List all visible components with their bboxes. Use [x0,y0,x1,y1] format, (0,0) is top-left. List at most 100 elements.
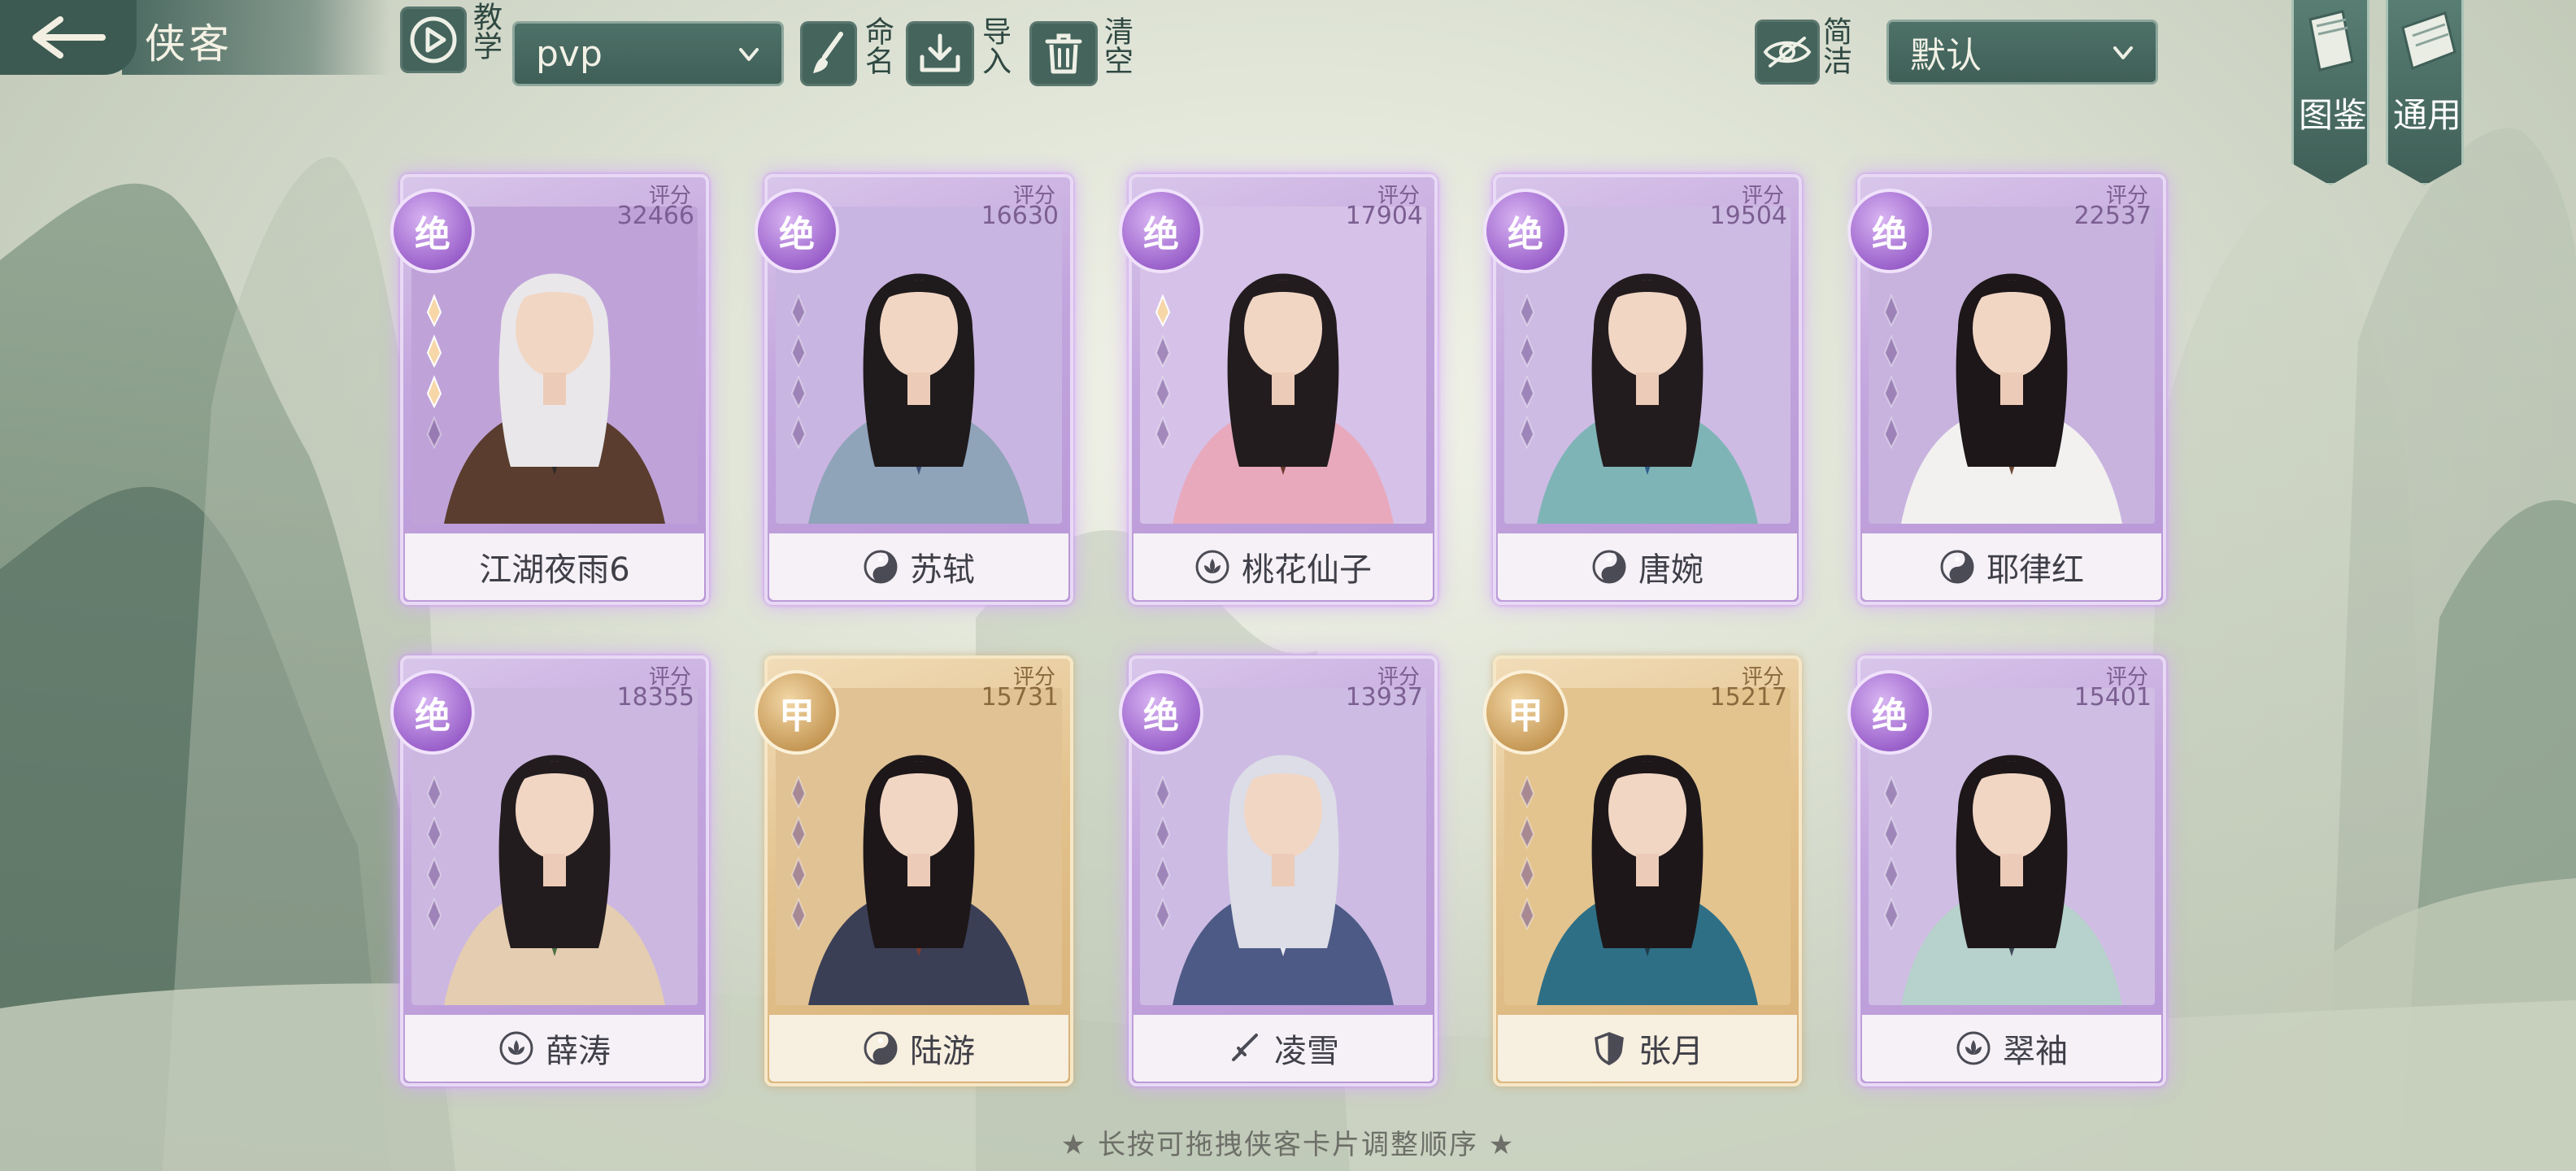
hero-name: 唐婉 [1638,551,1704,589]
score-value: 19504 [1709,202,1787,230]
tutorial-label: 教学 [468,2,502,60]
score-value: 13937 [1345,683,1423,712]
hero-card[interactable]: 绝评分 22537 耶律红 [1847,174,2166,605]
import-button[interactable] [906,21,974,86]
hero-card[interactable]: 绝评分 17904 桃花仙子 [1119,174,1438,605]
star-mark [1519,775,1535,809]
star-mark [1519,897,1535,931]
star-mark [1155,294,1171,328]
star-mark [1883,334,1899,368]
star-mark [426,334,442,368]
score-value: 15731 [981,683,1059,712]
star-mark [1519,375,1535,409]
star-mark [790,375,807,409]
star-mark [790,775,807,809]
hero-card[interactable]: 绝评分 18355 薛涛 [390,655,709,1086]
rarity-badge: 绝 [755,189,839,273]
rarity-badge: 绝 [390,189,475,273]
hero-name: 耶律红 [1986,551,2084,589]
trash-icon [1045,33,1082,74]
star-rating [790,294,807,450]
scroll-icon [2401,11,2456,71]
star-mark [1883,775,1899,809]
star-mark [790,294,807,328]
rename-label: 命名 [860,16,894,75]
star-mark [1519,334,1535,368]
star-mark [426,375,442,409]
rarity-badge-text: 绝 [779,214,815,255]
star-mark [1155,375,1171,409]
score-value: 18355 [616,683,694,712]
hero-name: 凌雪 [1274,1033,1339,1070]
hero-name: 翠袖 [2003,1033,2068,1070]
tutorial-button[interactable] [400,7,467,73]
rarity-badge-text: 绝 [1143,695,1179,737]
yin-yang-icon [863,549,899,585]
brush-icon [813,32,843,73]
score-value: 17904 [1345,202,1423,230]
rarity-badge-text: 甲 [1508,695,1543,737]
preset-select[interactable]: pvp [512,21,784,86]
hero-name: 陆游 [910,1033,975,1070]
hero-name-bar: 江湖夜雨6 [405,533,704,600]
game-screen: 侠客 教学 pvp 命名 导入 清空 简洁 默认 图鉴 通用 绝 评分 3246… [0,0,2576,1171]
clear-button[interactable] [1029,21,1098,86]
rename-button[interactable] [800,21,857,86]
hero-name: 苏轼 [910,551,975,589]
sort-select[interactable]: 默认 [1886,20,2158,85]
yin-yang-icon [863,1030,899,1066]
simple-mode-label: 简洁 [1818,16,1852,75]
hero-name-bar: 耶律红 [1862,533,2161,600]
simple-mode-button[interactable] [1755,20,1820,85]
star-mark [426,294,442,328]
star-rating [1883,775,1899,931]
hero-name-bar: 桃花仙子 [1134,533,1433,600]
score-value: 15217 [1709,683,1787,712]
yin-yang-icon [1939,549,1975,585]
star-mark [1155,816,1171,850]
hero-card[interactable]: 绝评分 19504 唐婉 [1483,174,1802,605]
score-value: 16630 [981,202,1059,230]
star-mark [790,856,807,890]
hero-card[interactable]: 绝评分 16630 苏轼 [755,174,1073,605]
hero-name-bar: 薛涛 [405,1015,704,1082]
rarity-badge-text: 绝 [415,695,450,737]
general-button[interactable]: 通用 [2386,0,2464,185]
star-mark [1155,416,1171,450]
back-button[interactable] [0,0,137,75]
hero-card[interactable]: 绝评分 13937 凌雪 [1119,655,1438,1086]
star-mark [1519,816,1535,850]
rarity-badge-text: 甲 [779,695,815,737]
back-arrow-icon [33,16,106,59]
star-mark [1519,856,1535,890]
play-icon [410,16,457,63]
eye-hidden-icon [1763,37,1812,67]
star-mark [426,816,442,850]
top-bar: 侠客 教学 pvp 命名 导入 清空 简洁 默认 图鉴 通用 [0,0,2576,185]
rarity-badge: 绝 [1483,189,1568,273]
score-value: 15401 [2073,683,2152,712]
lotus-icon [1956,1030,1991,1066]
rarity-badge-text: 绝 [1508,214,1543,255]
rarity-badge: 绝 [1119,189,1203,273]
clear-label: 清空 [1099,16,1133,75]
star-mark [426,856,442,890]
sort-select-value: 默认 [1910,35,1982,76]
star-mark [790,334,807,368]
gallery-button[interactable]: 图鉴 [2291,0,2369,185]
star-mark [426,897,442,931]
star-mark [1155,856,1171,890]
hero-card[interactable]: 甲评分 15217 张月 [1483,655,1802,1086]
star-mark [1519,416,1535,450]
score-value: 32466 [616,202,694,230]
hero-name-bar: 苏轼 [769,533,1068,600]
star-rating [790,775,807,931]
hero-name-bar: 翠袖 [1862,1015,2161,1082]
hero-card[interactable]: 绝评分 32466 江湖夜雨6 [390,174,709,605]
hero-card[interactable]: 绝评分 15401 翠袖 [1847,655,2166,1086]
star-rating [1155,775,1171,931]
hero-card[interactable]: 甲评分 15731 陆游 [755,655,1073,1086]
rarity-badge-text: 绝 [1872,214,1908,255]
hero-name: 张月 [1638,1033,1704,1070]
hero-name-bar: 张月 [1498,1015,1797,1082]
